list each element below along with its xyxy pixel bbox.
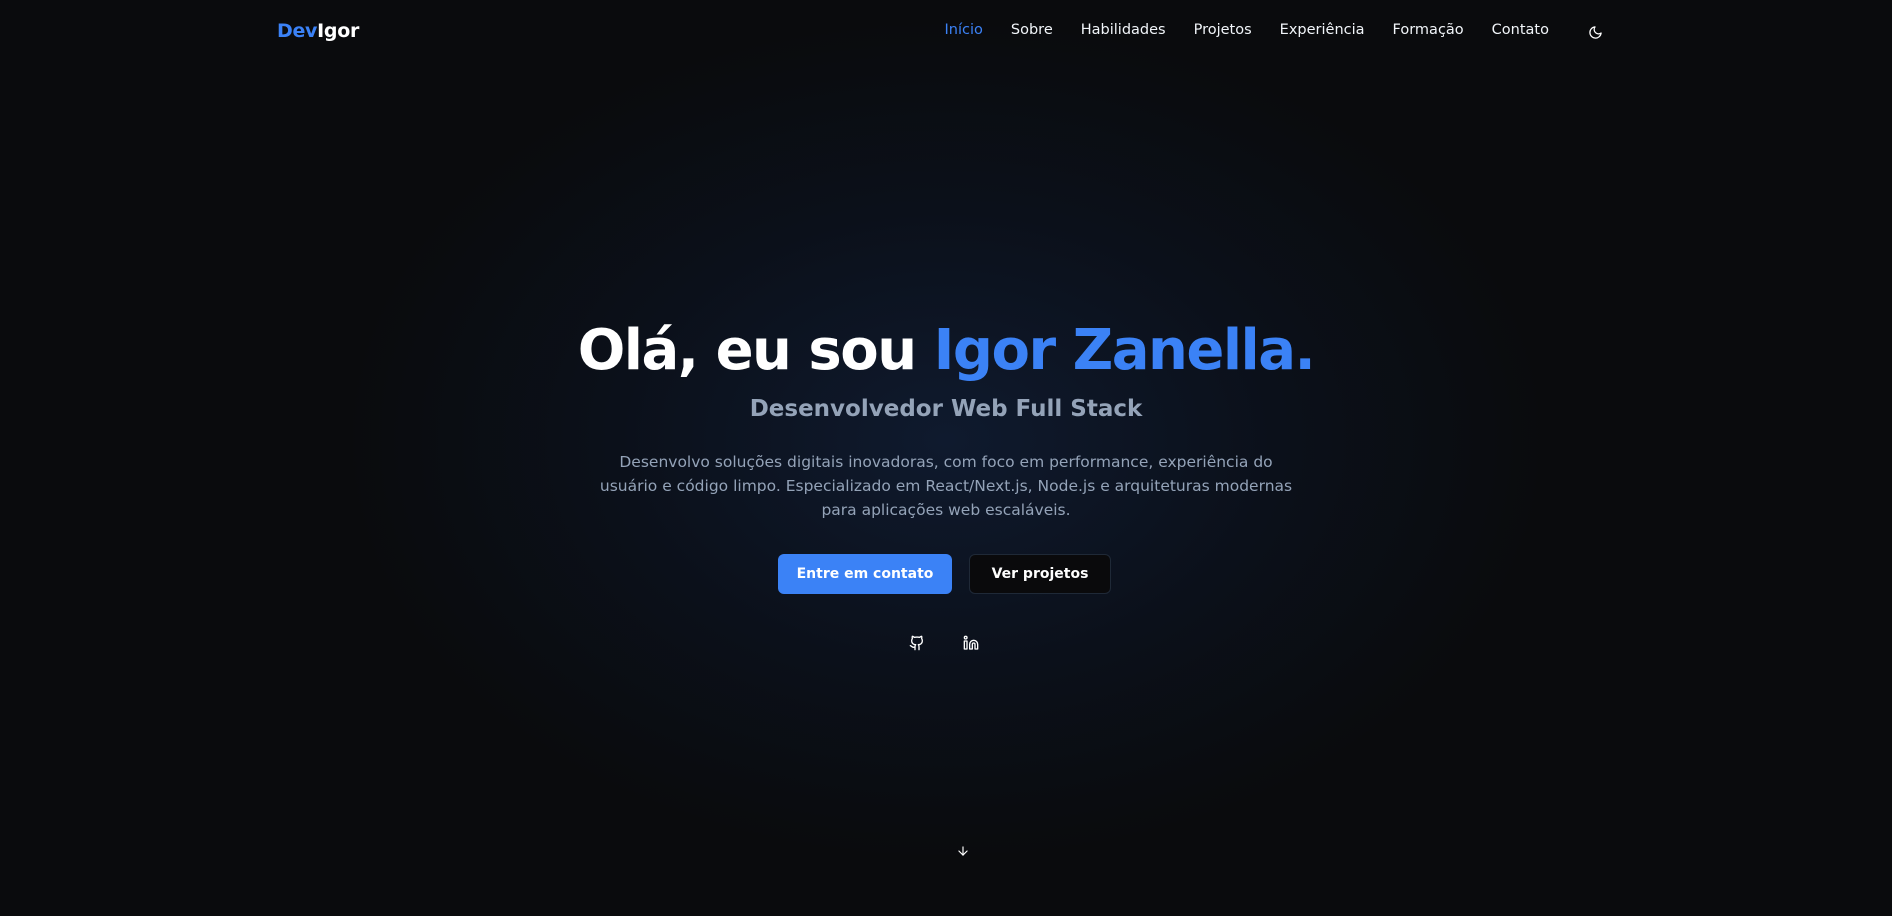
social-links bbox=[906, 632, 982, 654]
contact-button[interactable]: Entre em contato bbox=[778, 554, 952, 594]
hero-description: Desenvolvo soluções digitais inovadoras,… bbox=[599, 453, 1293, 519]
linkedin-icon bbox=[963, 635, 979, 650]
github-icon bbox=[909, 635, 924, 651]
nav-item-projetos[interactable]: Projetos bbox=[1194, 22, 1252, 38]
moon-icon bbox=[1588, 25, 1602, 39]
nav-item-inicio[interactable]: Início bbox=[945, 22, 983, 38]
nav-item-habilidades[interactable]: Habilidades bbox=[1081, 22, 1166, 38]
linkedin-link[interactable] bbox=[960, 632, 982, 654]
hero-subtitle: Desenvolvedor Web Full Stack bbox=[749, 396, 1143, 422]
navbar: DevIgor Início Sobre Habilidades Projeto… bbox=[0, 0, 1892, 64]
view-projects-button[interactable]: Ver projetos bbox=[969, 554, 1111, 594]
scroll-down-button[interactable] bbox=[954, 842, 972, 860]
nav-item-experiencia[interactable]: Experiência bbox=[1280, 22, 1365, 38]
logo[interactable]: DevIgor bbox=[277, 20, 359, 42]
hero-title: Olá, eu sou Igor Zanella. bbox=[0, 316, 1892, 386]
nav-item-sobre[interactable]: Sobre bbox=[1011, 22, 1053, 38]
hero-buttons: Entre em contato Ver projetos bbox=[778, 554, 1111, 594]
page: DevIgor Início Sobre Habilidades Projeto… bbox=[0, 0, 1892, 916]
github-link[interactable] bbox=[906, 632, 928, 654]
hero-title-prefix: Olá, eu sou bbox=[577, 318, 934, 383]
logo-part-dev: Dev bbox=[277, 20, 318, 42]
nav-item-formacao[interactable]: Formação bbox=[1393, 22, 1464, 38]
arrow-down-icon bbox=[958, 846, 968, 856]
theme-toggle-button[interactable] bbox=[1584, 21, 1606, 43]
logo-part-igor: Igor bbox=[317, 20, 360, 42]
nav-item-contato[interactable]: Contato bbox=[1492, 22, 1549, 38]
hero-title-name: Igor Zanella. bbox=[933, 318, 1316, 383]
nav-links: Início Sobre Habilidades Projetos Experi… bbox=[917, 22, 1549, 38]
